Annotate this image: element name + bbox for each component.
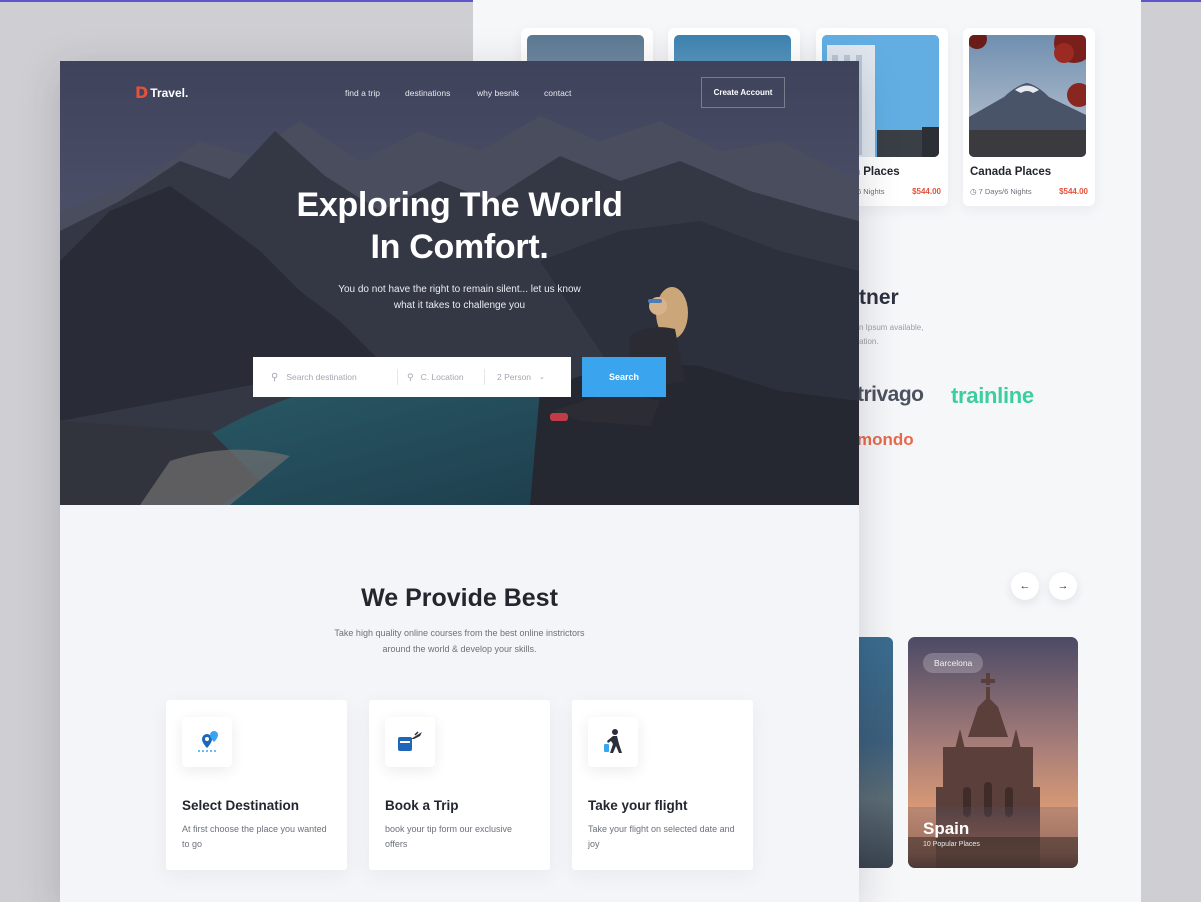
destination-input: Search destination: [286, 372, 357, 382]
mondo-logo: mondo: [857, 430, 914, 449]
brand-name: Travel.: [150, 85, 189, 100]
place-card-canada[interactable]: Canada Places ◷ 7 Days/6 Nights $544.00: [963, 28, 1095, 206]
feature-card-select-destination[interactable]: Select Destination At first choose the p…: [166, 700, 347, 870]
hero-subtitle-line: what it takes to challenge you: [393, 300, 526, 311]
brand-logo[interactable]: D Travel.: [135, 83, 188, 102]
hero-title-line: Exploring The World: [296, 186, 623, 224]
place-thumb: [969, 35, 1086, 157]
place-price: $544.00: [912, 187, 941, 196]
search-button[interactable]: Search: [582, 357, 666, 397]
feature-desc: book your tip form our exclusive offers: [385, 824, 513, 849]
brand-mark-icon: D: [135, 83, 149, 102]
trivago-logo: trivago: [857, 383, 924, 406]
destination-card-spain[interactable]: Barcelona Spain 10 Popular Places: [908, 637, 1078, 868]
partner-title: tner: [859, 286, 899, 309]
chevron-down-icon: ⌄: [539, 374, 545, 381]
divider: [484, 369, 485, 385]
search-icon: ⚲: [271, 371, 279, 383]
hero-subtitle-line: You do not have the right to remain sile…: [338, 284, 581, 295]
place-title: n Places: [853, 166, 900, 178]
front-page: D Travel. find a trip destinations why b…: [60, 61, 859, 902]
mountain-photo: [969, 35, 1086, 157]
partner-desc-line: n Ipsum available,: [859, 323, 924, 332]
section-desc: Take high quality online courses from th…: [60, 625, 859, 657]
section-title: We Provide Best: [361, 584, 558, 612]
plane-ticket-icon: [385, 717, 435, 767]
feature-title: Select Destination: [182, 798, 300, 813]
feature-card-take-your-flight[interactable]: Take your flight Take your flight on sel…: [572, 700, 753, 870]
partner-desc-line: ation.: [859, 337, 879, 346]
persons-select[interactable]: 2 Person ⌄: [497, 372, 545, 382]
feature-desc: Take your flight on selected date and jo…: [588, 824, 735, 849]
feature-title: Book a Trip: [385, 798, 459, 813]
city-tag: Barcelona: [923, 653, 984, 673]
traveler-icon: [588, 717, 638, 767]
place-title: Canada Places: [970, 166, 1052, 178]
place-meta: 6 Nights: [857, 187, 885, 196]
hero-title-line: In Comfort.: [370, 228, 549, 266]
destination-card-partial[interactable]: [859, 637, 893, 868]
nav-destinations[interactable]: destinations: [405, 88, 450, 98]
trainline-logo: trainline: [951, 383, 1034, 408]
search-bar: ⚲ Search destination ⚲ C. Location 2 Per…: [253, 357, 571, 397]
feature-title: Take your flight: [588, 798, 688, 813]
destination-country: Spain: [923, 819, 970, 838]
prev-arrow-button[interactable]: ←: [1011, 572, 1039, 600]
feature-desc: At first choose the place you wanted to …: [182, 824, 327, 849]
arrow-right-icon: →: [1057, 580, 1069, 592]
arrow-left-icon: ←: [1019, 580, 1031, 592]
clock-icon: ◷: [970, 187, 977, 196]
section-desc-line: around the world & develop your skills.: [382, 644, 537, 654]
persons-value: 2 Person: [497, 372, 532, 382]
place-meta: ◷ 7 Days/6 Nights: [970, 187, 1032, 196]
divider: [397, 369, 398, 385]
location-field[interactable]: ⚲ C. Location: [407, 372, 464, 383]
nav-find-a-trip[interactable]: find a trip: [345, 88, 380, 98]
hero-section: D Travel. find a trip destinations why b…: [60, 61, 859, 505]
map-pin-icon: [182, 717, 232, 767]
place-price: $544.00: [1059, 187, 1088, 196]
nav-why-besnik[interactable]: why besnik: [477, 88, 519, 98]
section-desc-line: Take high quality online courses from th…: [334, 628, 585, 638]
hero-subtitle: You do not have the right to remain sile…: [60, 282, 859, 314]
next-arrow-button[interactable]: →: [1049, 572, 1077, 600]
partner-desc: n Ipsum available, ation.: [859, 321, 939, 349]
location-pin-icon: ⚲: [407, 371, 414, 382]
destination-sub: 10 Popular Places: [923, 841, 980, 848]
hero-title: Exploring The World In Comfort.: [60, 184, 859, 268]
destination-field[interactable]: ⚲ Search destination: [271, 372, 357, 383]
feature-card-book-a-trip[interactable]: Book a Trip book your tip form our exclu…: [369, 700, 550, 870]
place-duration: 7 Days/6 Nights: [978, 187, 1032, 196]
location-value: C. Location: [420, 372, 464, 382]
nav-contact[interactable]: contact: [544, 88, 571, 98]
create-account-button[interactable]: Create Account: [701, 77, 785, 108]
